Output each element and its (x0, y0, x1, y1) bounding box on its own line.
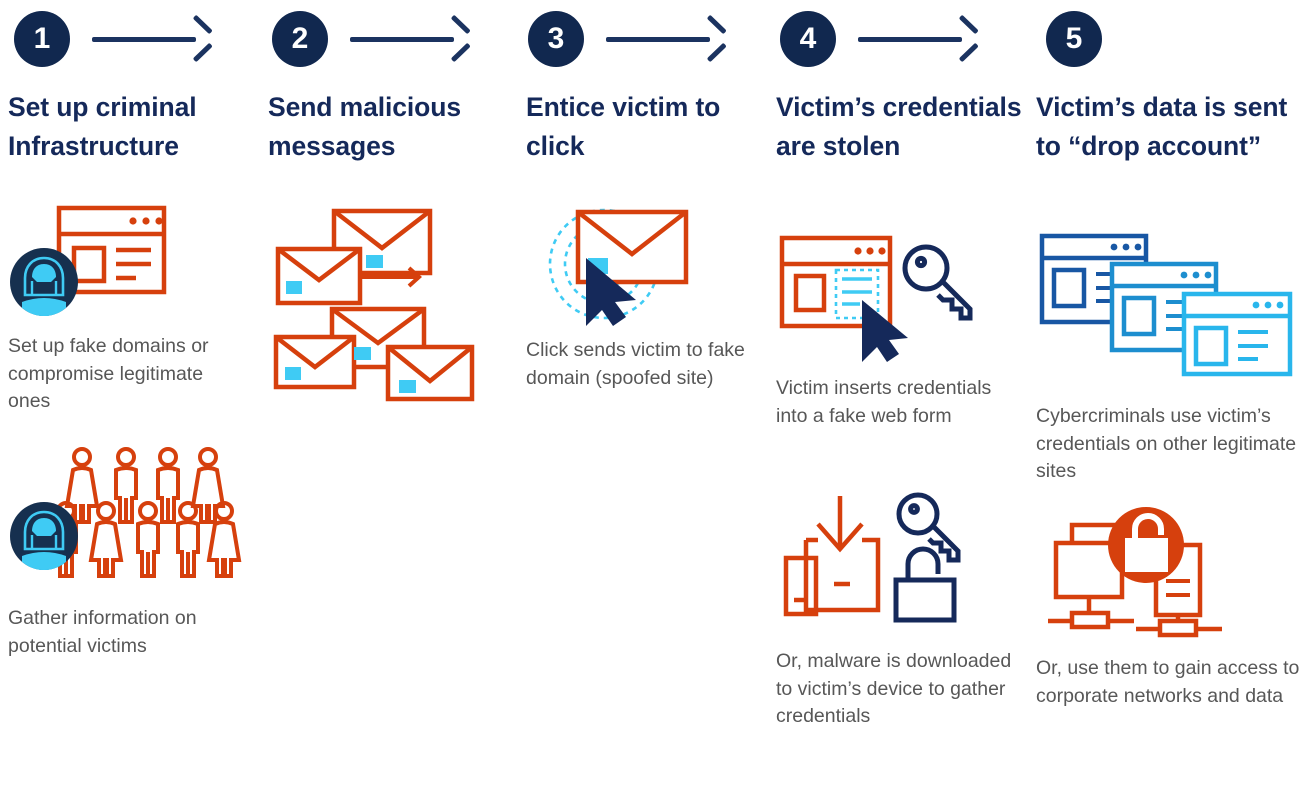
step-number-badge-4: 4 (780, 11, 836, 67)
step-arrow-1 (92, 14, 213, 63)
step-5-caption-2: Or, use them to gain access to corporate… (1036, 657, 1300, 707)
step-column-2: 2 Send malicious messages (260, 0, 518, 790)
step-4-heading: Victim’s credentials are stolen (776, 92, 1022, 161)
step-3-caption-1: Click sends victim to fake domain (spoof… (526, 339, 745, 389)
step-number-badge-3: 3 (528, 11, 584, 67)
step-5-heading: Victim’s data is sent to “drop account” (1036, 92, 1288, 161)
step-1-caption-2: Gather information on potential victims (8, 607, 197, 657)
step-2-header: 2 (272, 8, 471, 70)
step-column-3: 3 Entice victim to click Click sends vic… (518, 0, 768, 790)
step-arrow-3 (606, 14, 727, 63)
malware-download-icon (778, 492, 978, 623)
step-1-header: 1 (14, 8, 213, 70)
step-number-badge-1: 1 (14, 11, 70, 67)
step-3-header: 3 (528, 8, 727, 70)
envelope-cursor-icon (516, 198, 706, 326)
step-1-heading: Set up criminal Infrastructure (8, 92, 197, 161)
step-number-badge-2: 2 (272, 11, 328, 67)
step-number-badge-5: 5 (1046, 11, 1102, 67)
step-arrow-2 (350, 14, 471, 63)
step-5-caption-1: Cybercriminals use victim’s credentials … (1036, 405, 1297, 483)
envelopes-icon (266, 205, 475, 402)
phishing-attack-flow-diagram: 1 Set up criminal Infrastructure Set up … (0, 0, 1307, 790)
fake-web-form-key-icon (778, 232, 988, 367)
browser-stack-icon (1038, 232, 1298, 377)
step-4-caption-1: Victim inserts credentials into a fake w… (776, 377, 992, 427)
step-column-4: 4 Victim’s credentials are stolen Victim… (768, 0, 1028, 790)
step-column-1: 1 Set up criminal Infrastructure Set up … (0, 0, 260, 790)
step-4-header: 4 (780, 8, 979, 70)
step-4-caption-2: Or, malware is downloaded to victim’s de… (776, 650, 1012, 728)
step-arrow-4 (858, 14, 979, 63)
step-3-heading: Entice victim to click (526, 92, 721, 161)
step-1-caption-1: Set up fake domains or compromise legiti… (8, 335, 209, 413)
step-2-heading: Send malicious messages (268, 92, 461, 161)
hacker-browser-icon (6, 204, 178, 316)
hacker-crowd-icon (6, 442, 242, 582)
network-unlock-icon (1042, 505, 1257, 645)
step-column-5: 5 Victim’s data is sent to “drop account… (1028, 0, 1307, 790)
step-5-header: 5 (1046, 8, 1102, 70)
